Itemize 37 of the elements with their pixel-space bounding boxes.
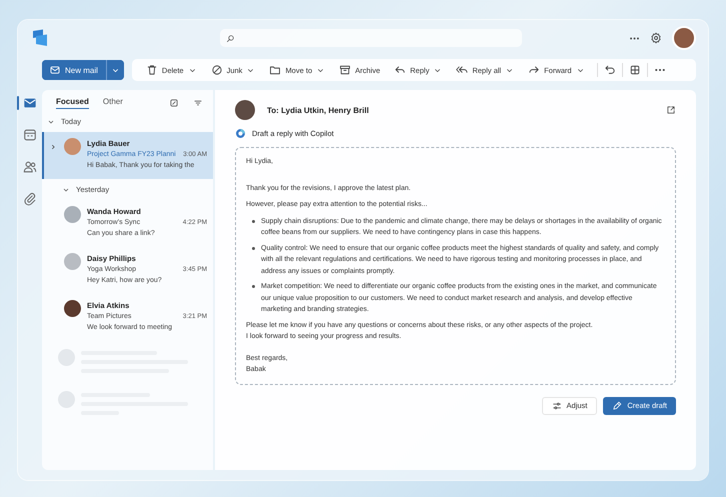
folder-tab[interactable]: Other: [102, 96, 123, 109]
recipients: To: Lydia Utkin, Henry Brill: [267, 106, 369, 114]
paperclip-icon[interactable]: [23, 192, 37, 206]
app-logo-icon: [32, 29, 48, 47]
avatar: [64, 138, 81, 155]
chevron-down-icon[interactable]: [62, 186, 70, 194]
search-field[interactable]: [220, 29, 522, 47]
bullet-icon: [252, 285, 255, 288]
avatar: [64, 206, 81, 223]
calendar-icon[interactable]: [23, 128, 37, 142]
undo-arrow-icon: [604, 64, 616, 76]
people-icon[interactable]: [23, 160, 37, 174]
archive-box-icon: [339, 64, 352, 76]
sliders-icon: [552, 400, 562, 410]
new-mail-dropdown[interactable]: [106, 60, 124, 80]
grid-icon: [628, 64, 641, 76]
bullet-icon: [252, 220, 255, 222]
avatar: [64, 253, 81, 270]
mail-icon[interactable]: [23, 96, 37, 110]
copilot-logo-icon: [235, 128, 246, 139]
folder-icon: [269, 64, 282, 76]
search-icon: [226, 34, 235, 42]
select-square-icon: [169, 98, 179, 108]
trash-icon: [146, 64, 158, 76]
bullet-icon: [252, 246, 255, 250]
blocked-circle-icon: [210, 64, 223, 76]
pop-out-icon: [666, 105, 676, 115]
mail-icon: [50, 65, 60, 75]
avatar: [64, 300, 81, 317]
pen-icon: [612, 400, 622, 410]
settings-icon: [650, 32, 662, 44]
folder-tab[interactable]: Focused: [56, 96, 89, 109]
chevron-down-icon[interactable]: [47, 118, 55, 126]
avatar: [235, 100, 255, 120]
chevron-right-icon[interactable]: [50, 144, 56, 150]
draft-text-box[interactable]: [235, 147, 676, 384]
profile-avatar[interactable]: [672, 26, 696, 50]
